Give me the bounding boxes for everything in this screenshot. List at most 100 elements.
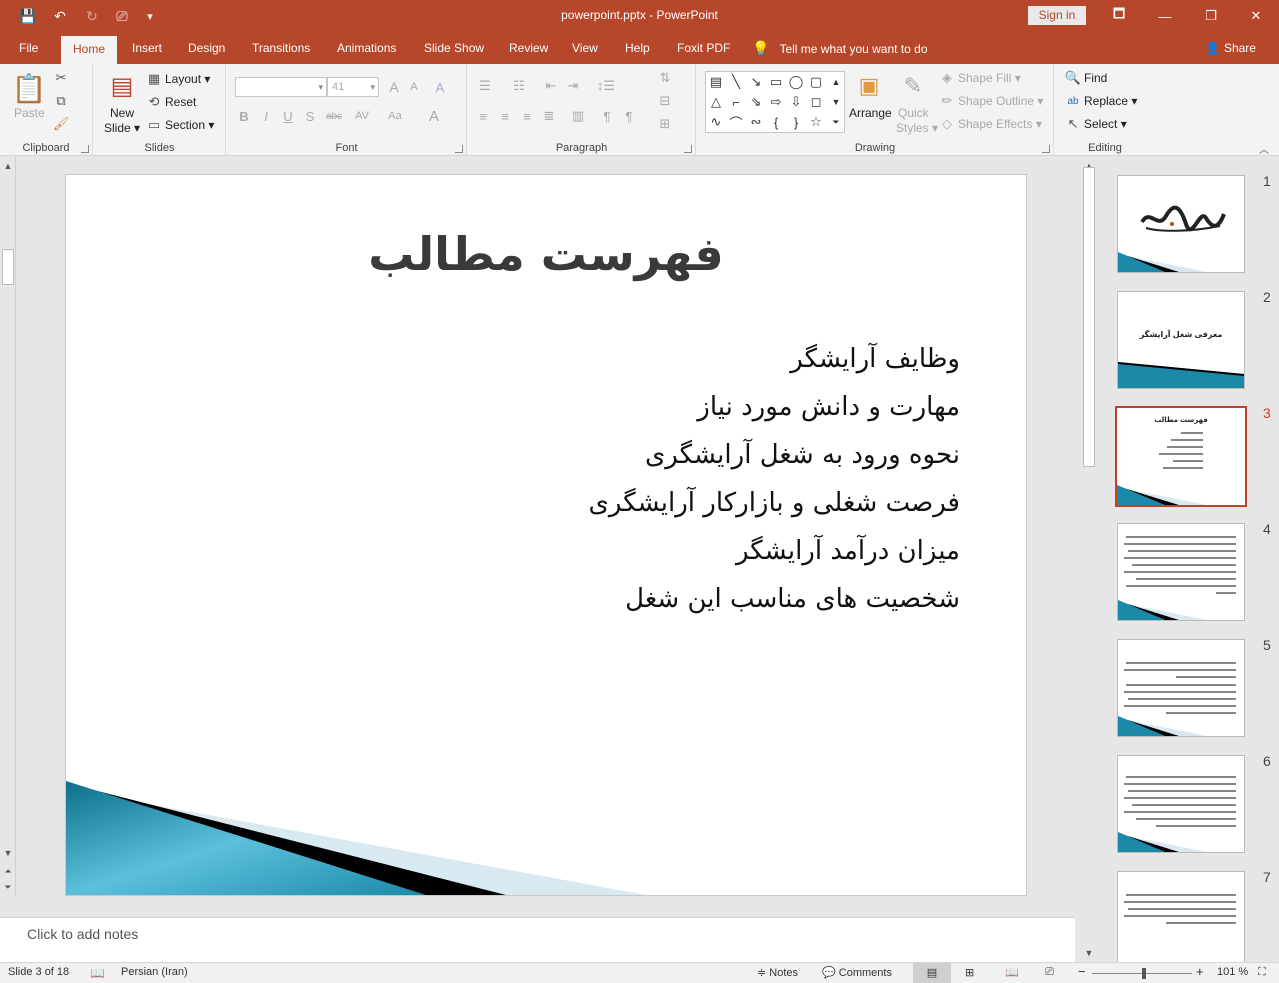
text-shadow-icon[interactable]: S bbox=[302, 106, 318, 126]
slide-thumbnail-1[interactable] bbox=[1117, 175, 1245, 273]
rounded-rect-shape-icon[interactable]: ▢ bbox=[806, 72, 826, 92]
bold-icon[interactable]: B bbox=[236, 106, 252, 126]
shape-fill-button[interactable]: Shape Fill ▾ bbox=[958, 71, 1021, 85]
slide-thumbnail-3-selected[interactable]: فهرست مطالب bbox=[1115, 406, 1247, 507]
change-case-icon[interactable]: Aa bbox=[380, 106, 410, 126]
new-slide-icon[interactable]: ▤ bbox=[106, 70, 138, 102]
tab-slide-show[interactable]: Slide Show bbox=[415, 32, 493, 64]
justify-icon[interactable]: ≣ bbox=[540, 106, 558, 126]
align-left-icon[interactable]: ≡ bbox=[474, 106, 492, 126]
character-spacing-icon[interactable]: AV bbox=[348, 106, 376, 126]
tab-transitions[interactable]: Transitions bbox=[243, 32, 319, 64]
select-button[interactable]: Select ▾ bbox=[1084, 117, 1127, 131]
slide-content-placeholder[interactable]: وظایف آرایشگر مهارت و دانش مورد نیاز نحو… bbox=[400, 335, 960, 623]
slide-thumbnail-6[interactable] bbox=[1117, 755, 1245, 853]
rtl-icon[interactable]: ¶ bbox=[598, 106, 616, 126]
tab-help[interactable]: Help bbox=[616, 32, 659, 64]
find-button[interactable]: Find bbox=[1084, 71, 1107, 85]
quick-styles-button[interactable]: Styles ▾ bbox=[896, 121, 938, 135]
reset-button[interactable]: Reset bbox=[165, 95, 196, 109]
zoom-slider[interactable] bbox=[1092, 968, 1192, 979]
underline-icon[interactable]: U bbox=[280, 106, 296, 126]
slide-thumbnail-7[interactable] bbox=[1117, 871, 1245, 962]
slide-thumbnail-4[interactable] bbox=[1117, 523, 1245, 621]
arrow-shape-icon[interactable]: ↘ bbox=[746, 72, 766, 92]
copy-icon[interactable]: ⧉ bbox=[52, 92, 70, 110]
rectangle-shape-icon[interactable]: ▭ bbox=[766, 72, 786, 92]
thumb-scroll-thumb[interactable] bbox=[1083, 167, 1095, 467]
tab-home[interactable]: Home bbox=[61, 36, 118, 64]
zoom-slider-thumb[interactable] bbox=[1142, 968, 1146, 979]
strikethrough-icon[interactable]: abc bbox=[323, 106, 345, 126]
slide-canvas[interactable]: فهرست مطالب وظایف آرایشگر مهارت و دانش م… bbox=[65, 174, 1027, 896]
arc-shape-icon[interactable]: ⌒ bbox=[726, 112, 746, 132]
clipboard-launcher-icon[interactable] bbox=[81, 145, 89, 153]
replace-button[interactable]: Replace ▾ bbox=[1084, 94, 1137, 108]
font-size-combo[interactable]: 41 ▾ bbox=[327, 77, 379, 97]
font-launcher-icon[interactable] bbox=[455, 145, 463, 153]
freeform-shape-icon[interactable]: ∾ bbox=[746, 112, 766, 132]
previous-slide-icon[interactable]: ⏶ bbox=[2, 865, 14, 877]
shrink-font-icon[interactable]: A bbox=[405, 77, 423, 97]
section-button[interactable]: Section ▾ bbox=[165, 118, 214, 132]
curve-shape-icon[interactable]: ∿ bbox=[706, 112, 726, 132]
align-right-icon[interactable]: ≡ bbox=[518, 106, 536, 126]
fit-to-window-icon[interactable]: ⛶ bbox=[1258, 966, 1266, 979]
columns-icon[interactable]: ▥ bbox=[568, 106, 588, 126]
collapse-ribbon-icon[interactable]: ︿ bbox=[1257, 142, 1271, 156]
sign-in-button[interactable]: Sign in bbox=[1028, 6, 1086, 25]
right-arrow-shape-icon[interactable]: ⇨ bbox=[766, 92, 786, 112]
notes-pane[interactable]: Click to add notes bbox=[0, 917, 1075, 962]
language-indicator[interactable]: Persian (Iran) bbox=[121, 966, 188, 978]
paste-button[interactable]: Paste bbox=[14, 106, 45, 120]
slide-show-icon[interactable]: ⎚ bbox=[1045, 966, 1054, 979]
font-color-icon[interactable]: A bbox=[419, 106, 449, 126]
italic-icon[interactable]: I bbox=[258, 106, 274, 126]
line-spacing-icon[interactable]: ↕☰ bbox=[592, 76, 620, 96]
minimize-icon[interactable]: — bbox=[1142, 0, 1188, 32]
drawing-launcher-icon[interactable] bbox=[1042, 145, 1050, 153]
scroll-up-icon[interactable]: ▲ bbox=[2, 160, 14, 172]
right-brace-shape-icon[interactable]: } bbox=[786, 112, 806, 132]
connector-shape-icon[interactable]: ⌐ bbox=[726, 92, 746, 112]
editor-vertical-scrollbar[interactable]: ▲ ▼ ⏶ ⏷ bbox=[0, 157, 16, 897]
tab-design[interactable]: Design bbox=[179, 32, 234, 64]
smartart-icon[interactable]: ⊞ bbox=[654, 115, 676, 133]
slide-sorter-icon[interactable]: ⊞ bbox=[965, 966, 974, 979]
grow-font-icon[interactable]: A bbox=[385, 77, 403, 97]
elbow-arrow-shape-icon[interactable]: ⇘ bbox=[746, 92, 766, 112]
zoom-out-button[interactable]: − bbox=[1078, 964, 1086, 979]
shape-effects-button[interactable]: Shape Effects ▾ bbox=[958, 117, 1042, 131]
text-direction-icon[interactable]: ⇅ bbox=[654, 69, 676, 87]
triangle-shape-icon[interactable]: △ bbox=[706, 92, 726, 112]
tab-view[interactable]: View bbox=[563, 32, 607, 64]
slide-title[interactable]: فهرست مطالب bbox=[66, 227, 1026, 281]
new-slide-button[interactable]: Slide ▾ bbox=[104, 121, 140, 135]
slide-thumbnail-2[interactable]: معرفی شغل آرایشگر bbox=[1117, 291, 1245, 389]
notes-toggle-button[interactable]: ≑ Notes bbox=[757, 966, 798, 979]
slide-thumbnail-5[interactable] bbox=[1117, 639, 1245, 737]
share-button[interactable]: 👤 Share bbox=[1205, 32, 1256, 64]
paragraph-launcher-icon[interactable] bbox=[684, 145, 692, 153]
quick-styles-icon[interactable]: ✎ bbox=[897, 70, 929, 102]
oval-shape-icon[interactable]: ◯ bbox=[786, 72, 806, 92]
down-arrow-shape-icon[interactable]: ⇩ bbox=[786, 92, 806, 112]
zoom-level[interactable]: 101 % bbox=[1217, 966, 1248, 978]
line-shape-icon[interactable]: ╲ bbox=[726, 72, 746, 92]
tell-me-search[interactable]: 💡 Tell me what you want to do bbox=[752, 32, 928, 64]
tab-insert[interactable]: Insert bbox=[123, 32, 171, 64]
scroll-down-icon[interactable]: ▼ bbox=[2, 847, 14, 859]
clear-formatting-icon[interactable]: A bbox=[429, 77, 451, 97]
ltr-icon[interactable]: ¶ bbox=[620, 106, 638, 126]
scroll-thumb[interactable] bbox=[2, 249, 14, 285]
decrease-indent-icon[interactable]: ⇤ bbox=[542, 76, 560, 96]
tab-animations[interactable]: Animations bbox=[328, 32, 405, 64]
flowchart-shape-icon[interactable]: ◻ bbox=[806, 92, 826, 112]
left-brace-shape-icon[interactable]: { bbox=[766, 112, 786, 132]
tab-file[interactable]: File bbox=[10, 32, 47, 64]
quick-styles-line1[interactable]: Quick bbox=[898, 106, 929, 120]
cut-icon[interactable]: ✂ bbox=[52, 69, 70, 87]
tab-review[interactable]: Review bbox=[500, 32, 557, 64]
tab-foxit-pdf[interactable]: Foxit PDF bbox=[668, 32, 739, 64]
normal-view-icon[interactable]: ▤ bbox=[913, 963, 951, 983]
